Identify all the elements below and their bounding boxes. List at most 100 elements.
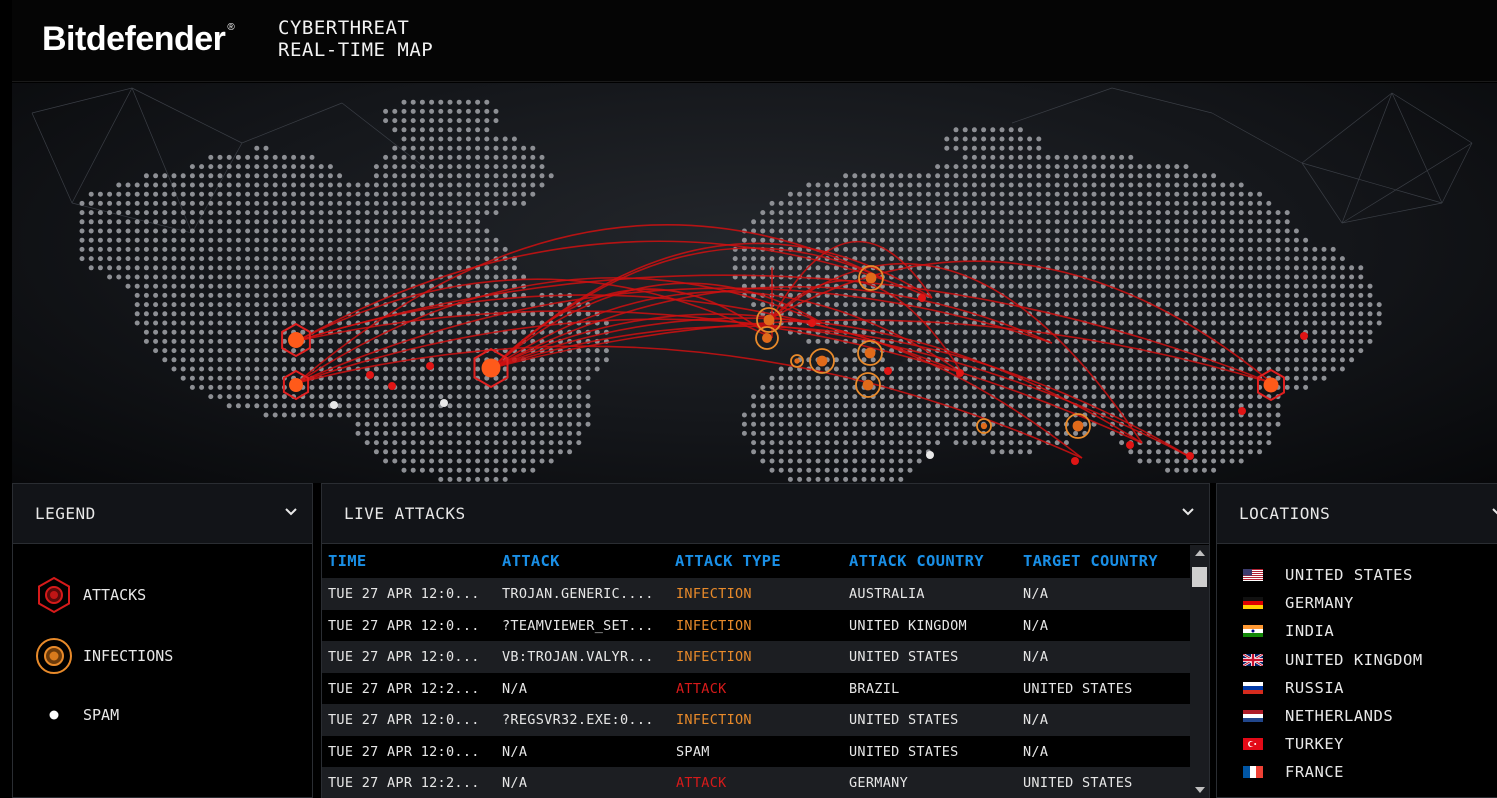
attack-hexagon-icon xyxy=(38,576,70,614)
locations-panel: LOCATIONS UNITED STATES GERMANY INDIA UNITE… xyxy=(1216,483,1497,798)
table-row[interactable]: TUE 27 APR 12:0... ?TEAMVIEWER_SET... INFE… xyxy=(322,609,1190,641)
cell-target-country: UNITED STATES xyxy=(1023,680,1133,697)
scroll-down-arrow-icon[interactable] xyxy=(1195,787,1205,793)
column-header-attack-country[interactable]: ATTACK COUNTRY xyxy=(849,552,984,570)
legend-label: INFECTIONS xyxy=(83,647,174,665)
cell-type: SPAM xyxy=(676,743,710,760)
table-row[interactable]: TUE 27 APR 12:0... TROJAN.GENERIC.... INFE… xyxy=(322,578,1190,610)
legend-label: ATTACKS xyxy=(83,586,147,604)
legend-item-spam: SPAM xyxy=(35,706,119,724)
cell-attack: N/A xyxy=(502,775,528,791)
location-label: UNITED KINGDOM xyxy=(1285,650,1423,669)
map-markers xyxy=(281,265,1308,465)
chevron-down-icon[interactable] xyxy=(282,503,300,521)
cell-time: TUE 27 APR 12:0... xyxy=(328,586,480,602)
scrollbar-thumb[interactable] xyxy=(1192,567,1207,587)
cell-time: TUE 27 APR 12:0... xyxy=(328,743,480,760)
location-item[interactable]: UNITED STATES xyxy=(1243,566,1413,584)
location-item[interactable]: RUSSIA xyxy=(1243,679,1344,697)
cell-attack-country: AUSTRALIA xyxy=(849,586,925,602)
locations-header[interactable]: LOCATIONS xyxy=(1217,484,1497,544)
cell-attack: ?TEAMVIEWER_SET... xyxy=(502,617,654,634)
table-row[interactable]: TUE 27 APR 12:0... ?REGSVR32.EXE:0... INFE… xyxy=(322,704,1190,736)
location-item[interactable]: TURKEY xyxy=(1243,735,1344,753)
cell-target-country: N/A xyxy=(1023,743,1049,760)
cell-type: INFECTION xyxy=(676,712,752,728)
location-label: INDIA xyxy=(1285,622,1335,641)
cell-time: TUE 27 APR 12:2... xyxy=(328,680,480,697)
tr-flag-icon xyxy=(1243,738,1263,751)
cell-type: ATTACK xyxy=(676,775,727,791)
location-label: TURKEY xyxy=(1285,735,1344,754)
de-flag-icon xyxy=(1243,597,1263,610)
location-label: NETHERLANDS xyxy=(1285,707,1394,725)
nl-flag-icon xyxy=(1243,710,1263,722)
location-item[interactable]: INDIA xyxy=(1243,622,1334,640)
chevron-down-icon[interactable] xyxy=(1179,503,1197,521)
brand-mark: ® xyxy=(227,22,235,33)
map-canvas xyxy=(31,87,1473,482)
brand-name: Bitdefender xyxy=(42,20,226,58)
cell-type: INFECTION xyxy=(676,649,752,665)
legend-panel: LEGEND ATTACKS INFECTIONS SPAM xyxy=(12,483,313,798)
legend-title: LEGEND xyxy=(35,504,96,523)
column-header-time[interactable]: TIME xyxy=(328,552,367,570)
cell-target-country: N/A xyxy=(1023,712,1049,728)
locations-title: LOCATIONS xyxy=(1239,504,1331,523)
cell-attack-country: BRAZIL xyxy=(849,680,900,697)
cell-attack: TROJAN.GENERIC.... xyxy=(502,586,654,602)
world-threat-map[interactable] xyxy=(12,83,1497,483)
cell-attack-country: UNITED STATES xyxy=(849,649,959,665)
column-header-attack-type[interactable]: ATTACK TYPE xyxy=(675,552,781,570)
cell-attack-country: UNITED KINGDOM xyxy=(849,617,967,634)
live-attacks-panel: LIVE ATTACKS TIME ATTACK ATTACK TYPE ATT… xyxy=(321,483,1210,798)
cell-time: TUE 27 APR 12:2... xyxy=(328,775,480,791)
cell-attack-country: GERMANY xyxy=(849,775,908,791)
column-header-target-country[interactable]: TARGET COUNTRY xyxy=(1023,552,1158,570)
cell-target-country: UNITED STATES xyxy=(1023,775,1133,791)
ru-flag-icon xyxy=(1243,681,1263,694)
table-row[interactable]: TUE 27 APR 12:2... N/A ATTACK GERMANY UNITED… xyxy=(322,767,1190,798)
cell-type: INFECTION xyxy=(676,617,752,634)
location-label: RUSSIA xyxy=(1285,678,1344,697)
live-attacks-header[interactable]: LIVE ATTACKS xyxy=(322,484,1209,544)
cell-target-country: N/A xyxy=(1023,617,1049,634)
location-label: FRANCE xyxy=(1285,763,1344,782)
location-item[interactable]: UNITED KINGDOM xyxy=(1243,651,1423,669)
location-item[interactable]: FRANCE xyxy=(1243,763,1344,781)
location-item[interactable]: GERMANY xyxy=(1243,594,1354,612)
cell-attack: ?REGSVR32.EXE:0... xyxy=(502,712,654,728)
cell-attack: N/A xyxy=(502,743,528,760)
gb-flag-icon xyxy=(1243,653,1263,666)
cell-type: INFECTION xyxy=(676,586,752,602)
legend-label: SPAM xyxy=(83,706,120,724)
cell-target-country: N/A xyxy=(1023,649,1049,665)
table-header: TIME ATTACK ATTACK TYPE ATTACK COUNTRY T… xyxy=(322,545,1190,578)
scroll-up-arrow-icon[interactable] xyxy=(1195,550,1205,556)
table-row[interactable]: TUE 27 APR 12:0... VB:TROJAN.VALYR... INFE… xyxy=(322,641,1190,673)
spam-dot-icon xyxy=(49,710,59,720)
location-item[interactable]: NETHERLANDS xyxy=(1243,707,1393,725)
fr-flag-icon xyxy=(1243,766,1263,779)
legend-header[interactable]: LEGEND xyxy=(13,484,312,544)
brand-logo[interactable]: Bitdefender ® xyxy=(42,20,235,59)
cell-time: TUE 27 APR 12:0... xyxy=(328,712,480,728)
cell-attack-country: UNITED STATES xyxy=(849,743,959,760)
app-title: CYBERTHREAT REAL-TIME MAP xyxy=(278,17,434,61)
chevron-down-icon[interactable] xyxy=(1489,503,1497,521)
cell-target-country: N/A xyxy=(1023,586,1049,602)
us-flag-icon xyxy=(1243,569,1263,581)
cell-attack-country: UNITED STATES xyxy=(849,712,959,728)
attack-arcs xyxy=(296,224,1273,459)
cell-time: TUE 27 APR 12:0... xyxy=(328,649,480,665)
infection-circle-icon xyxy=(36,638,72,674)
table-scrollbar[interactable] xyxy=(1190,545,1209,798)
cell-attack: VB:TROJAN.VALYR... xyxy=(502,649,654,665)
column-header-attack[interactable]: ATTACK xyxy=(502,552,560,570)
cell-time: TUE 27 APR 12:0... xyxy=(328,617,480,634)
legend-item-infections: INFECTIONS xyxy=(35,637,173,675)
in-flag-icon xyxy=(1243,625,1263,638)
table-row[interactable]: TUE 27 APR 12:2... N/A ATTACK BRAZIL UNITED … xyxy=(322,672,1190,704)
location-label: GERMANY xyxy=(1285,594,1354,613)
table-row[interactable]: TUE 27 APR 12:0... N/A SPAM UNITED STATES N/… xyxy=(322,735,1190,767)
